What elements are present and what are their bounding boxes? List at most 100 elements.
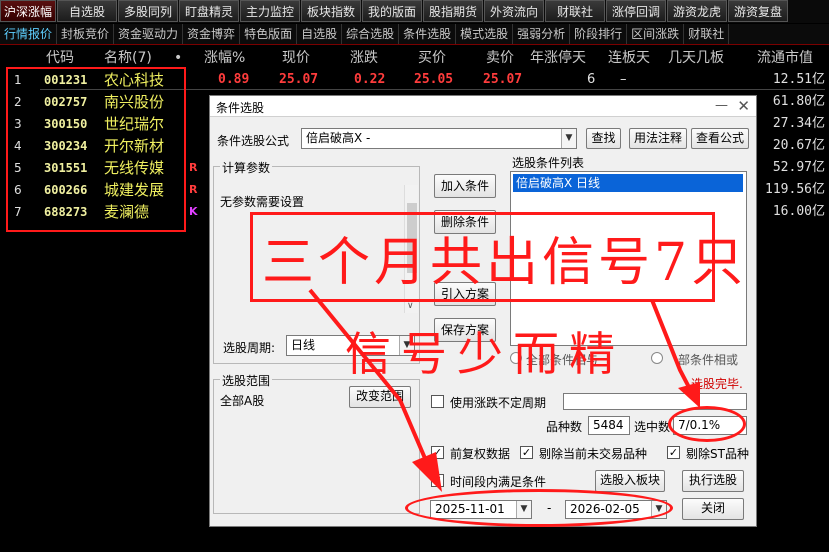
tab-item[interactable]: 阶段排行 bbox=[570, 24, 628, 44]
add-condition-button[interactable]: 加入条件 bbox=[434, 174, 496, 198]
range-group: 选股范围 全部A股 改变范围 bbox=[213, 372, 420, 514]
tab-item[interactable]: 区间涨跌 bbox=[627, 24, 685, 44]
condition-select-dialog: 条件选股 — ✕ 条件选股公式 倍启破高X - ▼ 查找 用法注释 查看公式 计… bbox=[209, 95, 757, 527]
execute-select-button[interactable]: 执行选股 bbox=[682, 470, 744, 492]
variable-period-checkbox[interactable] bbox=[431, 395, 444, 408]
col-price[interactable]: 现价 bbox=[282, 47, 310, 69]
tab-item[interactable]: 条件选股 bbox=[399, 24, 457, 44]
tab-item[interactable]: 自选股 bbox=[297, 24, 343, 44]
col-code[interactable]: 代码 bbox=[46, 47, 74, 69]
stock-list-highlight-box bbox=[6, 67, 186, 232]
forward-adjust-checkbox[interactable]: ✓ bbox=[431, 446, 444, 459]
or-radio[interactable] bbox=[651, 352, 663, 364]
price: 25.07 bbox=[279, 72, 319, 87]
col-ask[interactable]: 卖价 bbox=[486, 47, 514, 69]
top-menu-item[interactable]: 盯盘精灵 bbox=[179, 0, 239, 22]
top-menu-item[interactable]: 主力监控 bbox=[240, 0, 300, 22]
consecutive-boards: – bbox=[620, 72, 627, 87]
period-label: 选股周期: bbox=[223, 341, 276, 355]
condition-list-label: 选股条件列表 bbox=[512, 156, 585, 170]
dialog-title-bar[interactable]: 条件选股 — ✕ bbox=[210, 96, 756, 117]
formula-value: 倍启破高X - bbox=[306, 131, 371, 145]
col-consecutive-boards[interactable]: 连板天 bbox=[608, 47, 650, 69]
col-name[interactable]: 名称(7) bbox=[104, 47, 152, 69]
chevron-down-icon[interactable]: ∨ bbox=[407, 301, 414, 311]
or-radio-label: 部条件相或 bbox=[678, 353, 739, 367]
column-header: 代码 名称(7) • 涨幅% 现价 涨跌 买价 卖价 年涨停天 连板天 几天几板… bbox=[0, 47, 829, 69]
tab-item[interactable]: 资金博弈 bbox=[183, 24, 241, 44]
tab-item[interactable]: 强弱分析 bbox=[513, 24, 571, 44]
col-year-limit-days[interactable]: 年涨停天 bbox=[530, 47, 586, 69]
params-text: 无参数需要设置 bbox=[220, 195, 305, 209]
usage-note-button[interactable]: 用法注释 bbox=[629, 128, 687, 149]
col-change-pct[interactable]: 涨幅% bbox=[204, 47, 245, 69]
change-range-button[interactable]: 改变范围 bbox=[349, 386, 411, 408]
tab-item[interactable]: 封板竞价 bbox=[57, 24, 115, 44]
top-menu-item[interactable]: 外资流向 bbox=[484, 0, 544, 22]
chevron-down-icon[interactable]: ▼ bbox=[561, 129, 576, 148]
add-to-board-button[interactable]: 选股入板块 bbox=[595, 470, 665, 492]
col-days-boards[interactable]: 几天几板 bbox=[668, 47, 724, 69]
formula-select[interactable]: 倍启破高X - ▼ bbox=[301, 128, 577, 149]
variable-period-label: 使用涨跌不定周期 bbox=[450, 396, 547, 410]
range-group-title: 选股范围 bbox=[220, 372, 273, 389]
year-limit-days: 6 bbox=[587, 72, 596, 87]
top-menu-item[interactable]: 多股同列 bbox=[118, 0, 178, 22]
selected-label: 选中数 bbox=[634, 420, 671, 434]
count-value: 5484 bbox=[588, 416, 630, 435]
status-text: 选股完毕. bbox=[691, 377, 743, 391]
col-dot: • bbox=[174, 50, 183, 66]
forward-adjust-label: 前复权数据 bbox=[450, 447, 511, 461]
tab-item[interactable]: 模式选股 bbox=[456, 24, 514, 44]
app-root: 沪深涨幅 自选股 多股同列 盯盘精灵 主力监控 板块指数 我的版面 股指期货 外资流向 财联社 涨停… bbox=[0, 0, 829, 552]
top-menu-item[interactable]: 涨停回调 bbox=[606, 0, 666, 22]
market-value: 119.56亿 bbox=[765, 182, 825, 197]
exclude-st-checkbox[interactable]: ✓ bbox=[667, 446, 680, 459]
col-diff[interactable]: 涨跌 bbox=[350, 47, 378, 69]
annotation-headline: 三个月共出信号7只 bbox=[262, 233, 748, 293]
find-button[interactable]: 查找 bbox=[586, 128, 621, 149]
tab-item[interactable]: 资金驱动力 bbox=[114, 24, 184, 44]
col-bid[interactable]: 买价 bbox=[418, 47, 446, 69]
range-value: 全部A股 bbox=[220, 394, 265, 408]
col-market-value[interactable]: 流通市值 bbox=[757, 47, 813, 69]
top-menu-item[interactable]: 我的版面 bbox=[362, 0, 422, 22]
ask: 25.07 bbox=[483, 72, 523, 87]
kcb-tag: K bbox=[189, 205, 198, 218]
market-value: 27.34亿 bbox=[772, 116, 825, 131]
top-menu-item[interactable]: 自选股 bbox=[57, 0, 117, 22]
rzrq-tag: R bbox=[189, 161, 198, 174]
condition-list-item[interactable]: 倍启破高X 日线 bbox=[513, 174, 743, 192]
top-menu-item[interactable]: 游资龙虎 bbox=[667, 0, 727, 22]
sub-tab-bar: 行情报价 封板竞价 资金驱动力 资金博弈 特色版面 自选股 综合选股 条件选股 模式选股 强弱分析… bbox=[0, 24, 829, 45]
market-value: 52.97亿 bbox=[772, 160, 825, 175]
selected-count-circle bbox=[668, 406, 746, 442]
market-value: 16.00亿 bbox=[772, 204, 825, 219]
view-formula-button[interactable]: 查看公式 bbox=[691, 128, 749, 149]
close-button[interactable]: 关闭 bbox=[682, 498, 744, 520]
rzrq-tag: R bbox=[189, 183, 198, 196]
top-menu-item[interactable]: 股指期货 bbox=[423, 0, 483, 22]
formula-label: 条件选股公式 bbox=[217, 134, 290, 148]
top-menu-item[interactable]: 沪深涨幅 bbox=[0, 0, 56, 22]
top-menu-bar: 沪深涨幅 自选股 多股同列 盯盘精灵 主力监控 板块指数 我的版面 股指期货 外资流向 财联社 涨停… bbox=[0, 0, 829, 23]
bid: 25.05 bbox=[414, 72, 454, 87]
minimize-icon[interactable]: — bbox=[715, 98, 728, 113]
tab-item[interactable]: 行情报价 bbox=[0, 24, 58, 44]
market-value: 20.67亿 bbox=[772, 138, 825, 153]
top-menu-item[interactable]: 财联社 bbox=[545, 0, 605, 22]
change-pct: 0.89 bbox=[218, 72, 250, 87]
tab-item[interactable]: 综合选股 bbox=[342, 24, 400, 44]
tab-item[interactable]: 财联社 bbox=[684, 24, 730, 44]
exclude-notrade-label: 剔除当前未交易品种 bbox=[539, 447, 648, 461]
top-menu-item[interactable]: 板块指数 bbox=[301, 0, 361, 22]
close-icon[interactable]: ✕ bbox=[737, 97, 750, 115]
top-menu-item[interactable]: 游资复盘 bbox=[728, 0, 788, 22]
tab-item[interactable]: 特色版面 bbox=[240, 24, 298, 44]
dialog-title: 条件选股 bbox=[216, 101, 265, 115]
date-range-circle bbox=[405, 489, 673, 527]
diff: 0.22 bbox=[354, 72, 386, 87]
exclude-notrade-checkbox[interactable]: ✓ bbox=[520, 446, 533, 459]
time-range-checkbox[interactable]: ✓ bbox=[431, 474, 444, 487]
exclude-st-label: 剔除ST品种 bbox=[686, 447, 749, 461]
